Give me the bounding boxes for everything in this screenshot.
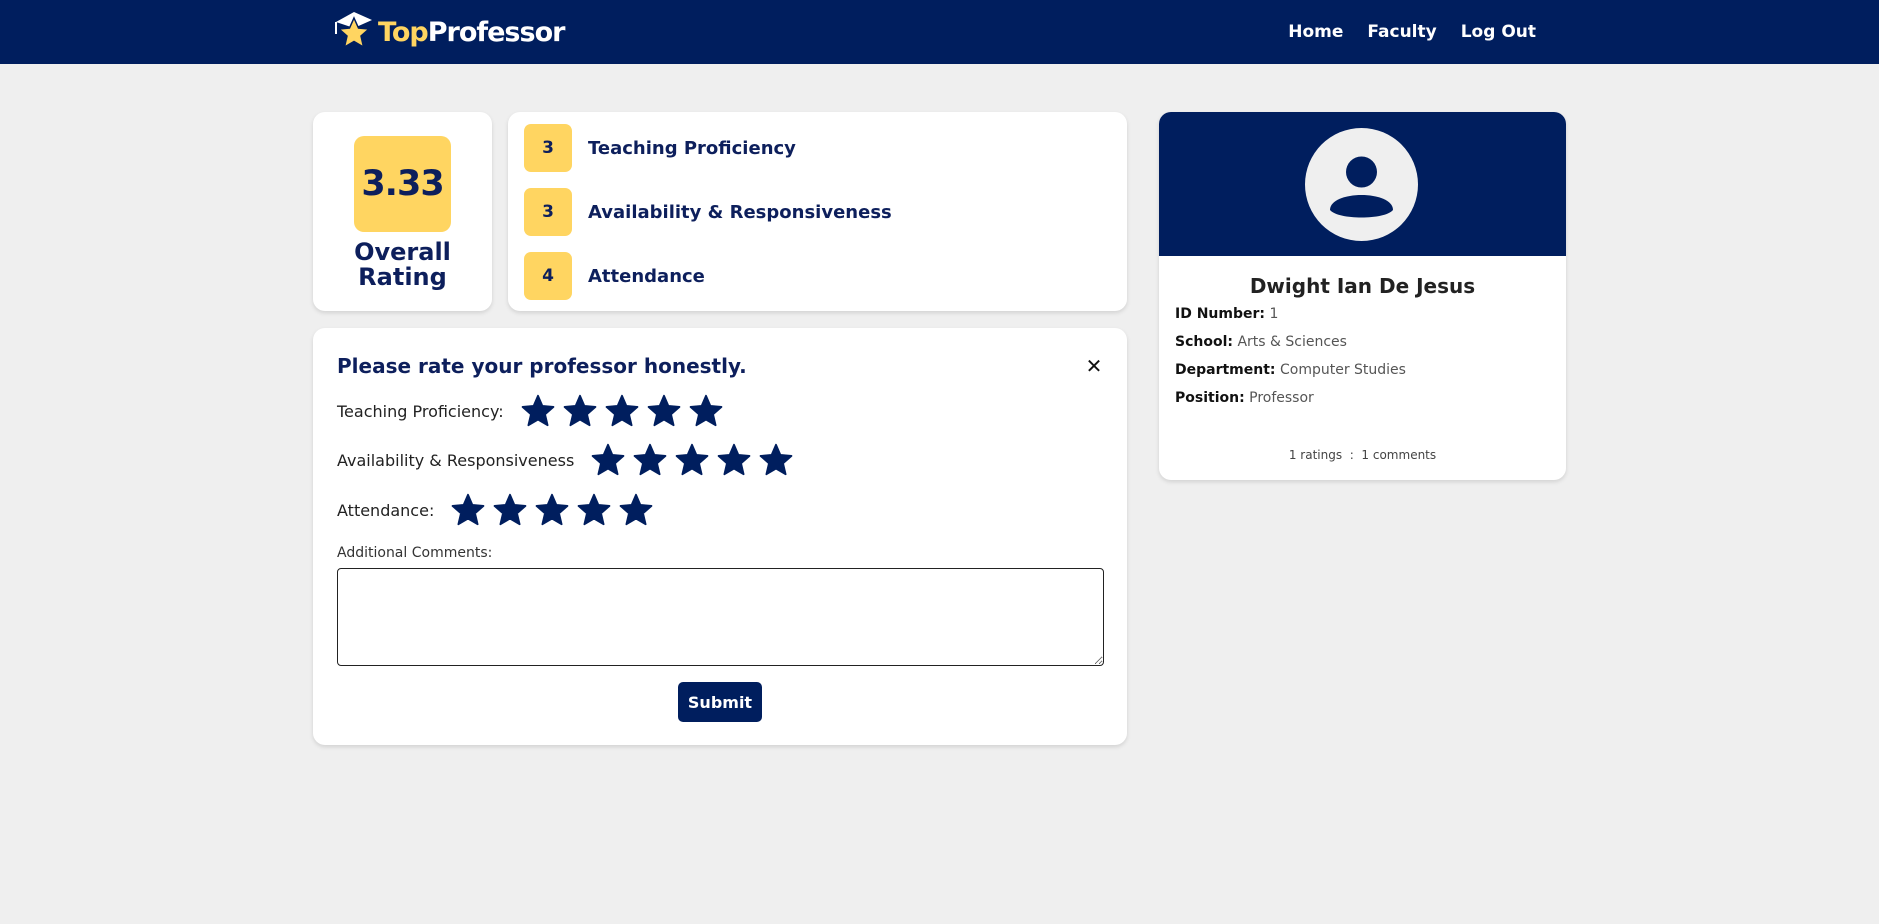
star-icon[interactable] xyxy=(632,442,668,478)
score-badge: 4 xyxy=(524,252,572,300)
star-icon[interactable] xyxy=(450,492,486,528)
score-row-availability: 3 Availability & Responsiveness xyxy=(524,188,892,236)
rate-row-attendance: Attendance: xyxy=(337,490,654,530)
info-value: Professor xyxy=(1249,390,1314,406)
comments-count: 1 comments xyxy=(1361,448,1437,462)
info-value: Computer Studies xyxy=(1279,362,1406,378)
star-icon[interactable] xyxy=(492,492,528,528)
rating-form-title: Please rate your professor honestly. xyxy=(337,354,747,378)
score-badge: 3 xyxy=(524,124,572,172)
score-badge: 3 xyxy=(524,188,572,236)
info-school: School: Arts & Sciences xyxy=(1175,334,1347,350)
score-label: Teaching Proficiency xyxy=(588,137,796,159)
star-icon[interactable] xyxy=(688,393,724,429)
rate-label: Availability & Responsiveness xyxy=(337,450,575,470)
info-department: Department: Computer Studies xyxy=(1175,362,1406,378)
star-icon[interactable] xyxy=(646,393,682,429)
comments-textarea[interactable] xyxy=(337,568,1104,666)
star-rating-attendance xyxy=(450,492,654,528)
brand-name: TopProfessor xyxy=(378,16,565,48)
comments-label: Additional Comments: xyxy=(337,545,493,561)
star-rating-teaching xyxy=(520,393,724,429)
overall-label-word: Rating xyxy=(358,263,447,291)
star-icon[interactable] xyxy=(716,442,752,478)
info-key: Position: xyxy=(1175,390,1245,406)
rate-label: Attendance: xyxy=(337,500,435,520)
score-row-attendance: 4 Attendance xyxy=(524,252,705,300)
info-key: Department: xyxy=(1175,362,1276,378)
info-value: 1 xyxy=(1269,306,1279,322)
overall-rating-value: 3.33 xyxy=(354,136,451,232)
rate-row-availability: Availability & Responsiveness xyxy=(337,440,794,480)
ratings-count: 1 ratings xyxy=(1288,448,1343,462)
rate-row-teaching: Teaching Proficiency: xyxy=(337,391,724,431)
star-icon[interactable] xyxy=(576,492,612,528)
score-breakdown-card: 3 Teaching Proficiency 3 Availability & … xyxy=(508,112,1127,311)
user-avatar-icon xyxy=(1330,156,1393,218)
navbar: TopProfessor Home Faculty Log Out xyxy=(0,0,1879,64)
nav-links: Home Faculty Log Out xyxy=(1288,0,1536,64)
star-icon[interactable] xyxy=(590,442,626,478)
counts-separator: : xyxy=(1349,448,1354,462)
star-icon[interactable] xyxy=(758,442,794,478)
rating-form-card: Please rate your professor honestly. ✕ T… xyxy=(313,328,1127,745)
info-id-number: ID Number: 1 xyxy=(1175,306,1278,322)
star-icon[interactable] xyxy=(604,393,640,429)
star-icon[interactable] xyxy=(674,442,710,478)
score-row-teaching: 3 Teaching Proficiency xyxy=(524,124,796,172)
star-icon[interactable] xyxy=(520,393,556,429)
rating-comment-counts: 1 ratings : 1 comments xyxy=(1159,448,1566,462)
nav-home-link[interactable]: Home xyxy=(1288,22,1343,42)
nav-faculty-link[interactable]: Faculty xyxy=(1367,22,1436,42)
star-graduation-cap-icon xyxy=(330,8,376,56)
score-label: Attendance xyxy=(588,265,705,287)
overall-label-word: Overall xyxy=(354,238,451,266)
star-icon[interactable] xyxy=(562,393,598,429)
professor-name: Dwight Ian De Jesus xyxy=(1249,274,1476,298)
info-value: Arts & Sciences xyxy=(1237,334,1347,350)
close-icon[interactable]: ✕ xyxy=(1083,354,1105,378)
info-key: School: xyxy=(1175,334,1233,350)
rate-label: Teaching Proficiency: xyxy=(337,401,504,421)
info-position: Position: Professor xyxy=(1175,390,1314,406)
avatar xyxy=(1305,128,1418,241)
star-icon[interactable] xyxy=(618,492,654,528)
star-rating-availability xyxy=(590,442,794,478)
overall-rating-label: Overall Rating xyxy=(313,240,492,290)
brand-logo[interactable]: TopProfessor xyxy=(330,8,565,56)
overall-rating-card: 3.33 Overall Rating xyxy=(313,112,492,311)
submit-button[interactable]: Submit xyxy=(678,682,762,722)
nav-logout-link[interactable]: Log Out xyxy=(1461,22,1536,42)
score-label: Availability & Responsiveness xyxy=(588,201,892,223)
star-icon[interactable] xyxy=(534,492,570,528)
profile-header xyxy=(1159,112,1566,256)
info-key: ID Number: xyxy=(1175,306,1265,322)
professor-profile-card: Dwight Ian De Jesus ID Number: 1 School:… xyxy=(1159,112,1566,480)
